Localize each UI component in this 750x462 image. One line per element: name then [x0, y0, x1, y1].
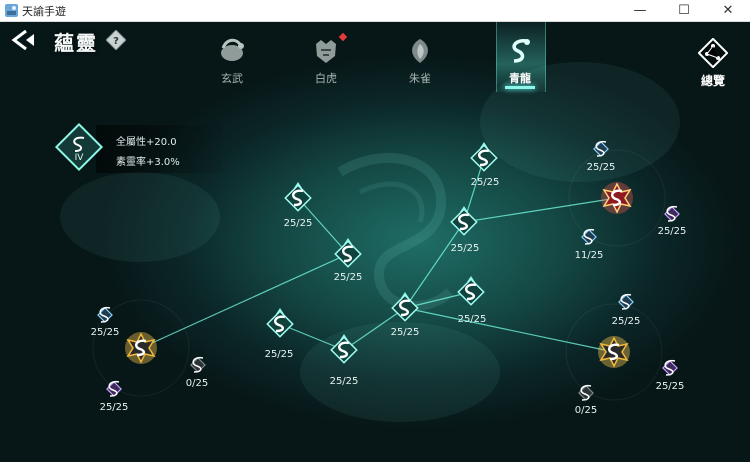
- minor-node[interactable]: [663, 205, 681, 223]
- window-titlebar: 天諭手遊 — ☐ ✕: [0, 0, 750, 22]
- node-progress: 25/25: [333, 272, 363, 283]
- dragon-node-icon: [330, 334, 358, 364]
- dragon-node-icon: [334, 238, 362, 268]
- skill-node[interactable]: [468, 142, 500, 174]
- dragon-node-icon: [284, 182, 312, 212]
- core-node-red[interactable]: [601, 182, 633, 214]
- svg-text:?: ?: [113, 36, 119, 47]
- minor-dragon-icon: [664, 205, 680, 222]
- minor-progress: 11/25: [574, 250, 604, 261]
- minor-dragon-icon: [581, 228, 597, 245]
- bonus-panel: 全屬性+20.0 素靈率+3.0%: [96, 125, 222, 173]
- minor-node[interactable]: [661, 359, 679, 377]
- minor-progress: 25/25: [655, 381, 685, 392]
- phoenix-icon: [412, 39, 428, 63]
- window-title: 天諭手遊: [22, 5, 66, 18]
- minor-node[interactable]: [617, 293, 635, 311]
- minor-progress: 25/25: [99, 402, 129, 413]
- minor-dragon-icon: [190, 356, 206, 373]
- minor-dragon-icon: [578, 384, 594, 401]
- app-icon: [5, 4, 18, 17]
- minor-node[interactable]: [96, 306, 114, 324]
- game-viewport: 蘊靈 ? 玄武 白虎 朱雀 青龍 總覽 全屬性+20.0 素靈率+3.0% IV…: [0, 22, 750, 462]
- gold-core-icon: [125, 332, 157, 364]
- back-arrow-icon[interactable]: [10, 28, 40, 52]
- level-badge: IV: [54, 122, 104, 172]
- tab-label: 白虎: [315, 72, 337, 85]
- tab-zhuque[interactable]: 朱雀: [390, 36, 450, 96]
- dragon-emblem-icon: [54, 122, 104, 172]
- skill-node[interactable]: [332, 238, 364, 270]
- skill-node[interactable]: [389, 292, 421, 324]
- tab-baihu[interactable]: 白虎: [296, 36, 356, 96]
- skill-node[interactable]: [264, 308, 296, 340]
- dragon-node-icon: [457, 276, 485, 306]
- minor-dragon-icon: [593, 140, 609, 157]
- minor-node[interactable]: [189, 356, 207, 374]
- minor-node[interactable]: [580, 228, 598, 246]
- minor-dragon-icon: [662, 359, 678, 376]
- node-progress: 25/25: [390, 327, 420, 338]
- minor-progress: 25/25: [657, 226, 687, 237]
- overview-icon: [698, 38, 728, 68]
- node-progress: 25/25: [264, 349, 294, 360]
- red-core-icon: [601, 182, 633, 214]
- node-progress: 25/25: [457, 314, 487, 325]
- bonus-all-attributes: 全屬性+20.0: [116, 137, 177, 148]
- node-progress: 25/25: [329, 376, 359, 387]
- skill-node[interactable]: [455, 276, 487, 308]
- tab-xuanwu[interactable]: 玄武: [202, 36, 262, 96]
- node-progress: 25/25: [283, 218, 313, 229]
- tortoise-icon: [221, 38, 244, 61]
- minor-dragon-icon: [106, 380, 122, 397]
- tiger-icon: [316, 40, 336, 63]
- core-node-gold[interactable]: [598, 336, 630, 368]
- maximize-button[interactable]: ☐: [662, 0, 706, 21]
- minor-node[interactable]: [105, 380, 123, 398]
- minor-node[interactable]: [577, 384, 595, 402]
- gold-core-icon: [598, 336, 630, 368]
- help-icon[interactable]: ?: [106, 30, 126, 50]
- tab-label: 朱雀: [409, 72, 431, 85]
- minor-progress: 25/25: [90, 327, 120, 338]
- skill-node[interactable]: [282, 182, 314, 214]
- minor-progress: 0/25: [574, 405, 598, 416]
- core-node-gold[interactable]: [125, 332, 157, 364]
- close-button[interactable]: ✕: [706, 0, 750, 21]
- overview-button[interactable]: 總覽: [690, 38, 736, 94]
- level-numeral: IV: [74, 153, 84, 163]
- dragon-icon: [512, 38, 530, 63]
- minor-progress: 25/25: [611, 316, 641, 327]
- minor-dragon-icon: [97, 306, 113, 323]
- overview-label: 總覽: [700, 74, 725, 88]
- tab-qinglong[interactable]: 青龍: [490, 36, 550, 96]
- minor-progress: 0/25: [185, 378, 209, 389]
- bonus-spirit-rate: 素靈率+3.0%: [116, 157, 180, 168]
- skill-node[interactable]: [328, 334, 360, 366]
- dragon-node-icon: [266, 308, 294, 338]
- tab-label: 玄武: [221, 72, 243, 85]
- minor-dragon-icon: [618, 293, 634, 310]
- page-title: 蘊靈: [54, 31, 98, 55]
- minor-progress: 25/25: [586, 162, 616, 173]
- dragon-node-icon: [470, 142, 498, 172]
- tab-label: 青龍: [509, 72, 531, 85]
- minor-node[interactable]: [592, 140, 610, 158]
- node-progress: 25/25: [450, 243, 480, 254]
- minimize-button[interactable]: —: [618, 0, 662, 21]
- node-progress: 25/25: [470, 177, 500, 188]
- dragon-node-icon: [450, 206, 478, 236]
- skill-node[interactable]: [448, 206, 480, 238]
- dragon-node-icon: [391, 292, 419, 322]
